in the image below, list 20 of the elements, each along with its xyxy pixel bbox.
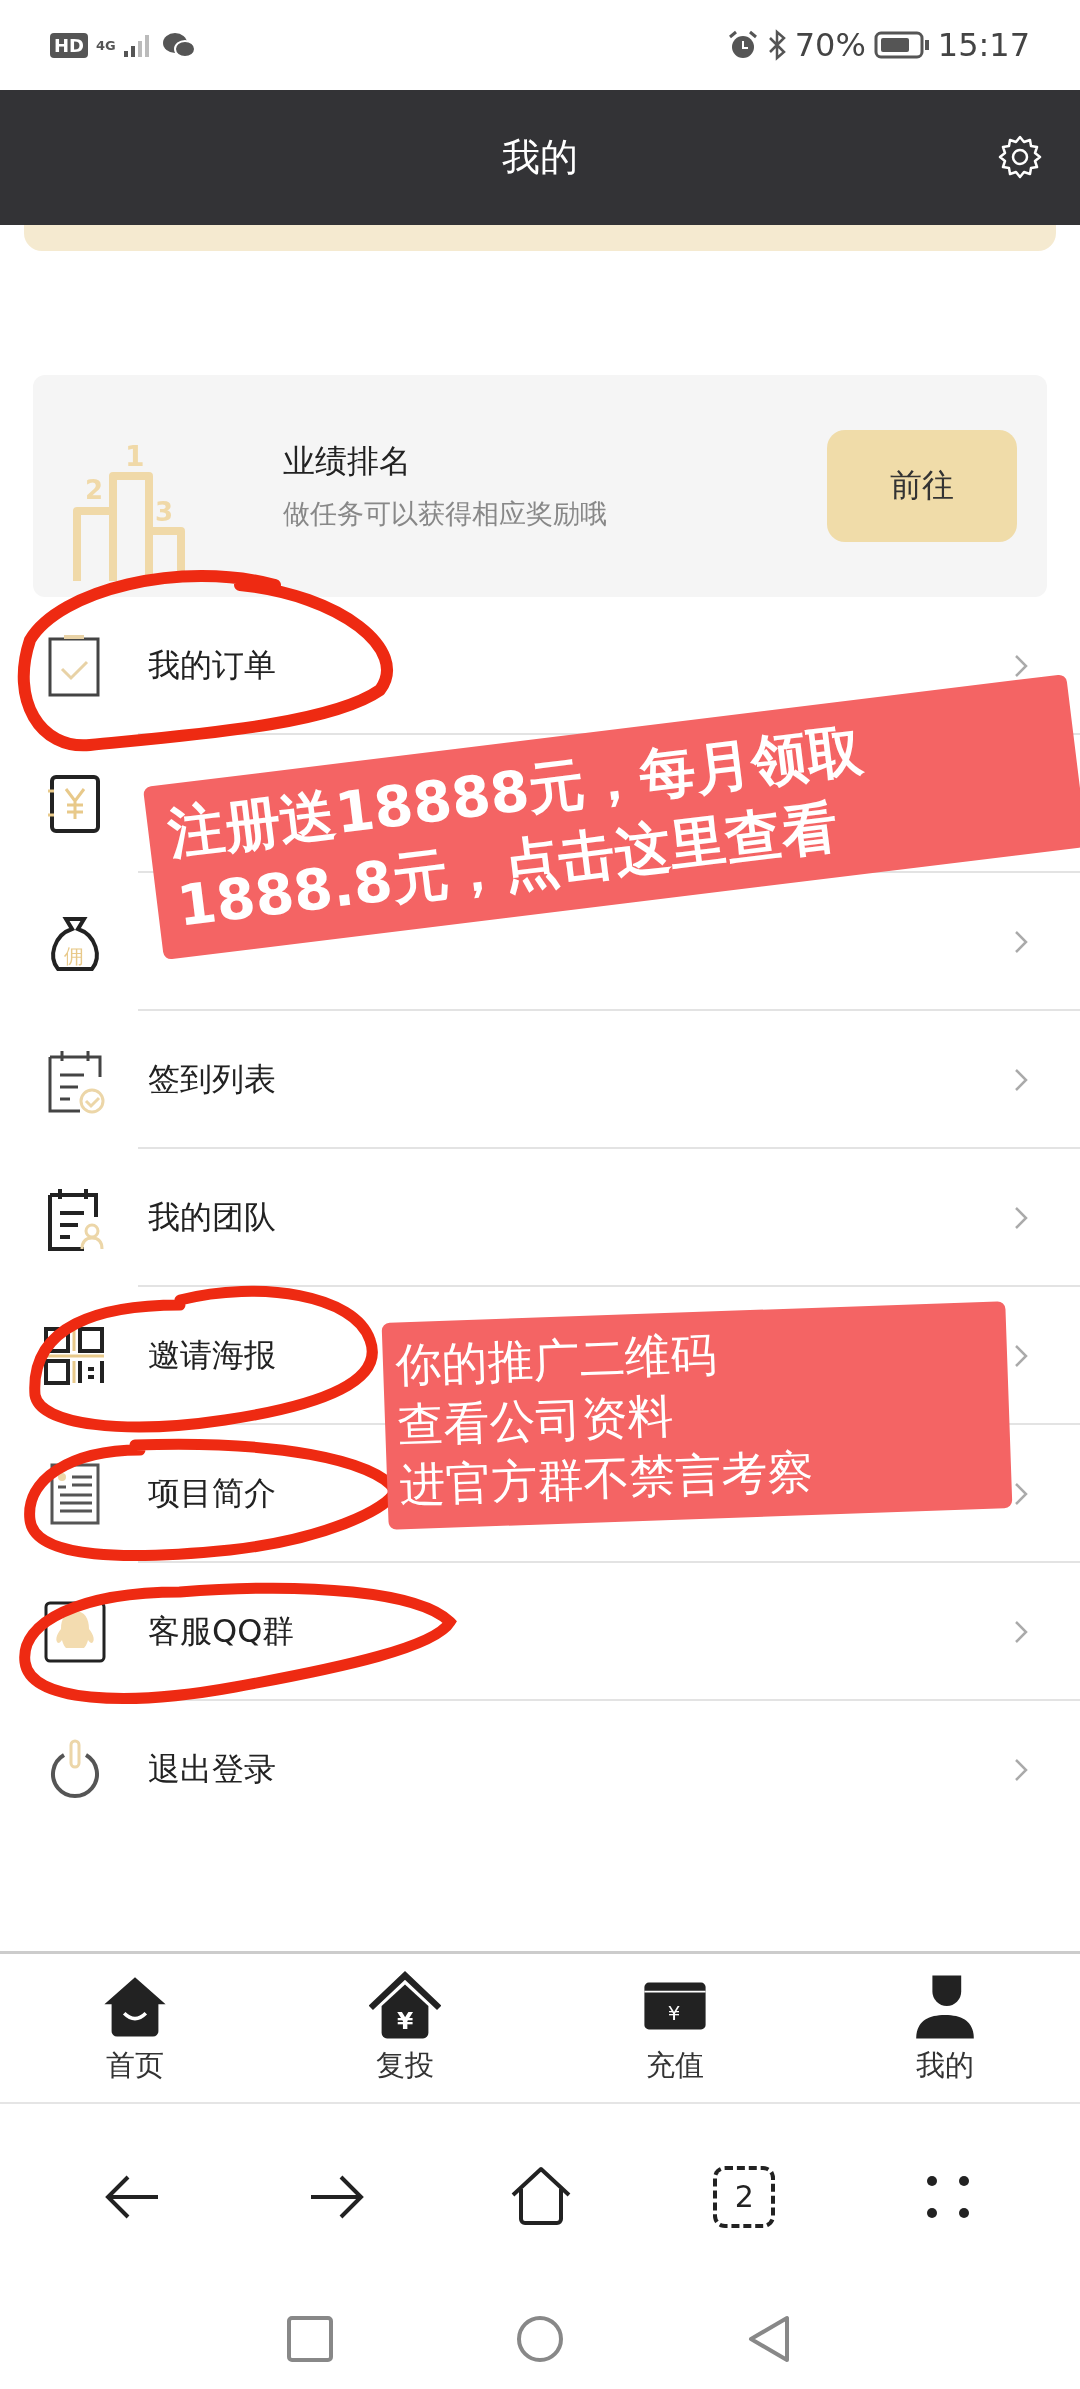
- page-title: 我的: [502, 134, 578, 181]
- menu-item[interactable]: 退出登录: [148, 1748, 276, 1792]
- menu-item[interactable]: 我的团队: [148, 1196, 276, 1240]
- menu-item[interactable]: 签到列表: [148, 1058, 276, 1102]
- battery-percent: 70%: [794, 26, 866, 64]
- menu-item[interactable]: 项目简介: [148, 1472, 276, 1516]
- menu-item[interactable]: 邀请海报: [148, 1334, 276, 1378]
- hd-badge: HD: [50, 32, 88, 58]
- clock-time: 15:17: [937, 26, 1030, 64]
- ranking-subtitle: 做任务可以获得相应奖励哦: [283, 497, 608, 531]
- network-label: 4G: [96, 37, 116, 53]
- tab-label[interactable]: 充值: [646, 2046, 704, 2086]
- ranking-title: 业绩排名: [283, 441, 412, 482]
- annotation-note: 你的推广二维码 查看公司资料 进官方群不禁言考察: [381, 1301, 1013, 1531]
- tab-label[interactable]: 复投: [376, 2046, 434, 2086]
- tab-label[interactable]: 首页: [106, 2046, 164, 2086]
- menu-item[interactable]: 客服QQ群: [148, 1610, 295, 1654]
- tabs-count-button[interactable]: 2: [713, 2165, 776, 2228]
- tab-label[interactable]: 我的: [916, 2046, 974, 2086]
- go-button[interactable]: 前往: [827, 430, 1017, 542]
